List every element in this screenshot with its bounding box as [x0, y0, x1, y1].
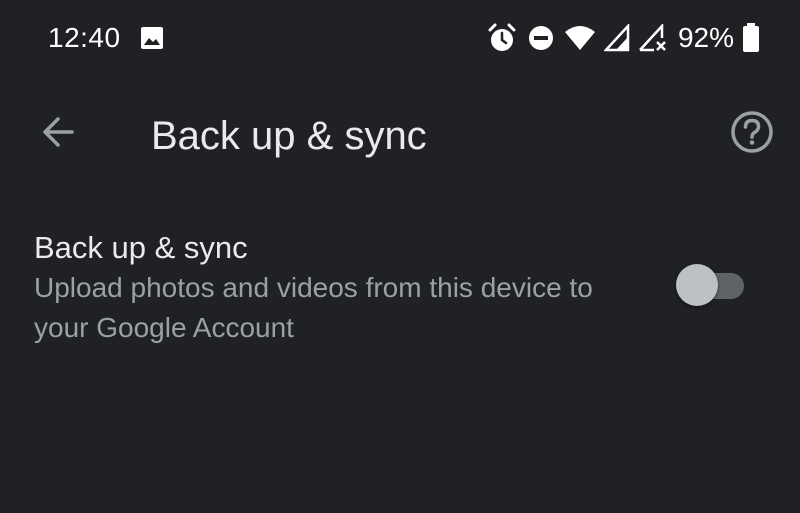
page-title: Back up & sync [151, 114, 427, 158]
status-icons: 92% [486, 20, 760, 56]
battery-icon [742, 23, 760, 53]
cell-signal-icon [603, 24, 630, 52]
backup-sync-setting-row[interactable]: Back up & sync Upload photos and videos … [0, 220, 800, 350]
toggle-thumb [676, 264, 718, 306]
cell-signal-no-data-icon [638, 24, 668, 52]
back-button[interactable] [30, 108, 86, 160]
help-button[interactable] [726, 108, 778, 160]
backup-sync-toggle[interactable] [676, 264, 746, 306]
alarm-icon [486, 22, 518, 54]
battery-percent: 92% [677, 22, 734, 53]
status-time: 12:40 [48, 22, 121, 53]
setting-title: Back up & sync [34, 230, 248, 265]
app-bar: Back up & sync [0, 78, 800, 190]
do-not-disturb-icon [526, 23, 556, 53]
wifi-icon [564, 24, 596, 52]
status-bar: 12:40 92% [0, 0, 800, 78]
setting-description: Upload photos and videos from this devic… [34, 272, 593, 343]
image-icon [140, 26, 164, 50]
help-circle-icon [730, 110, 774, 159]
arrow-back-icon [40, 114, 76, 155]
